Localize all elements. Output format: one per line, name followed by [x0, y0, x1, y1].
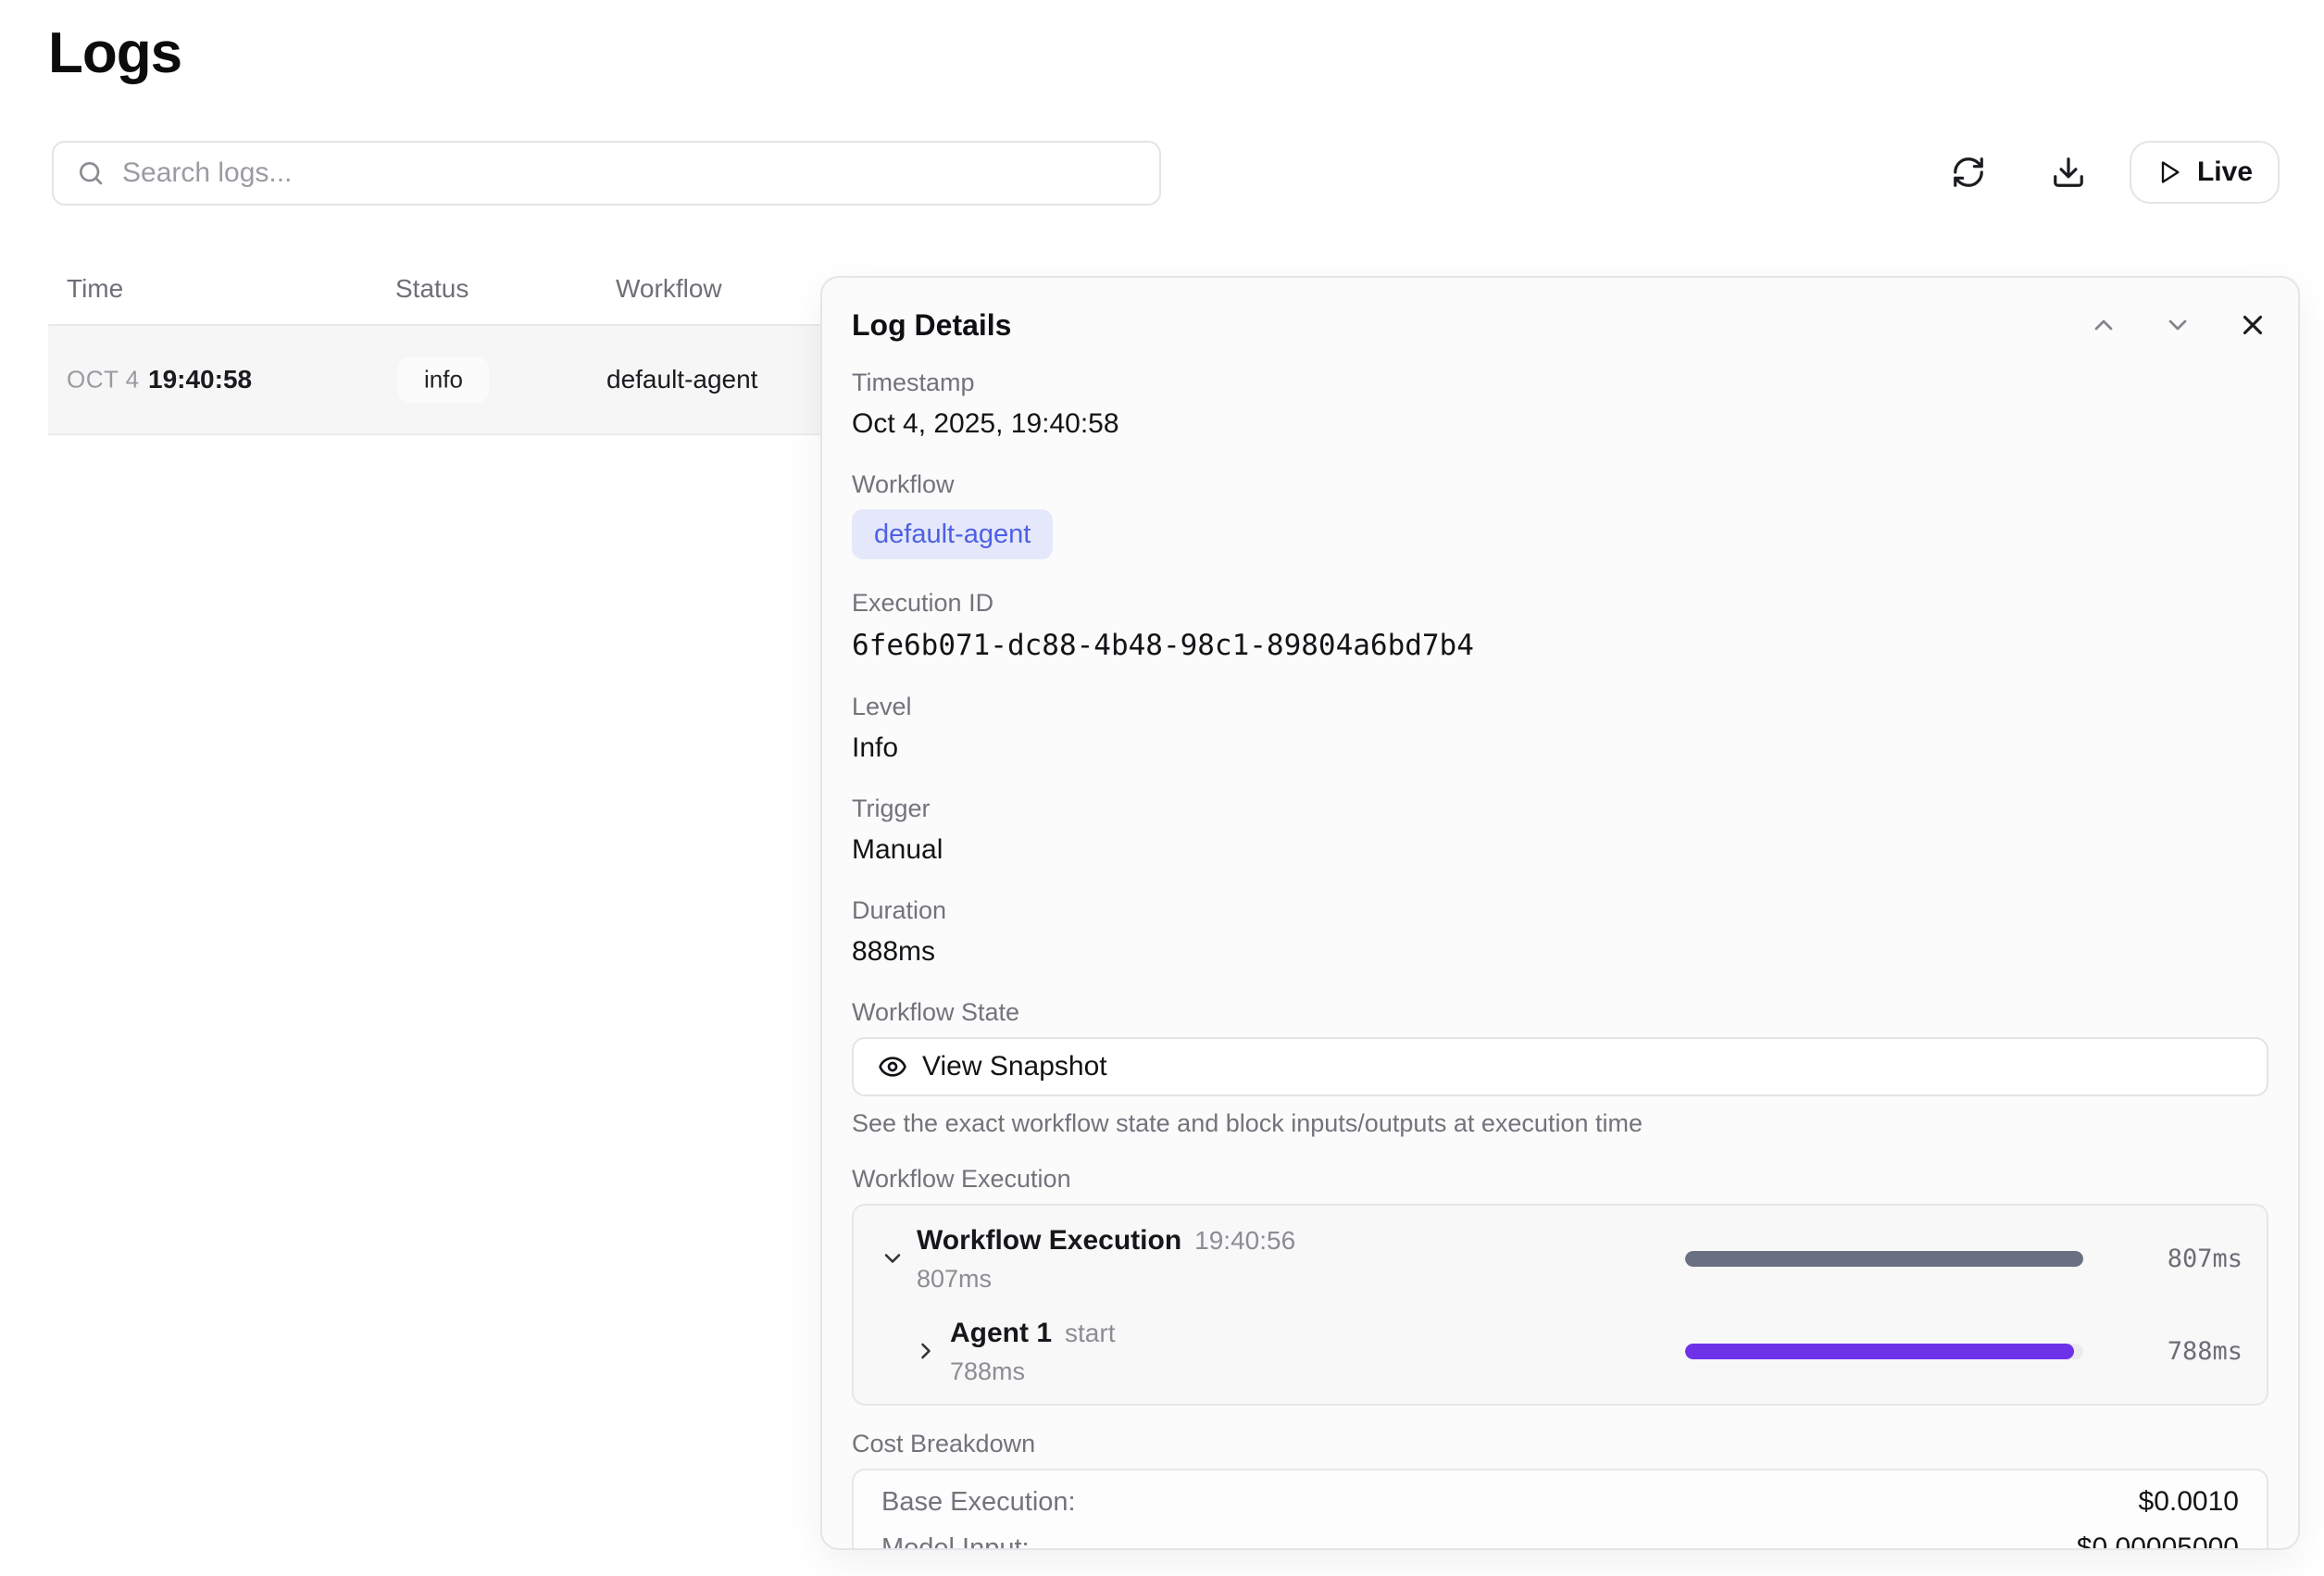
trace-bar-fill	[1685, 1251, 2083, 1267]
execution-id-value: 6fe6b071-dc88-4b48-98c1-89804a6bd7b4	[852, 628, 2268, 663]
chevron-down-icon	[2163, 310, 2193, 340]
field-label: Duration	[852, 896, 2268, 924]
trigger-value: Manual	[852, 833, 2268, 867]
chevron-right-icon[interactable]	[911, 1336, 941, 1366]
field-duration: Duration 888ms	[852, 896, 2268, 969]
trace-bar-track	[1685, 1344, 2083, 1359]
cost-label: Base Execution:	[881, 1485, 1076, 1519]
view-snapshot-button[interactable]: View Snapshot	[852, 1037, 2268, 1096]
trace-row-workflow-execution[interactable]: Workflow Execution 19:40:56 807ms 807ms	[878, 1224, 2243, 1293]
field-execution-id: Execution ID 6fe6b071-dc88-4b48-98c1-898…	[852, 589, 2268, 663]
cost-row-base-execution: Base Execution: $0.0010	[881, 1485, 2239, 1519]
field-label: Timestamp	[852, 369, 2268, 396]
field-label: Execution ID	[852, 589, 2268, 617]
section-label: Workflow State	[852, 998, 2268, 1026]
duration-value: 888ms	[852, 935, 2268, 969]
live-label: Live	[2197, 156, 2253, 188]
trace-name: Agent 1	[950, 1317, 1052, 1350]
live-button[interactable]: Live	[2130, 141, 2280, 204]
field-workflow: Workflow default-agent	[852, 470, 2268, 559]
search-bar[interactable]	[52, 141, 1161, 206]
refresh-button[interactable]	[1944, 148, 1993, 196]
trace-duration: 788ms	[950, 1357, 1115, 1385]
close-details-button[interactable]	[2237, 309, 2268, 341]
snapshot-helper-text: See the exact workflow state and block i…	[852, 1109, 2268, 1137]
trace-block-type: start	[1065, 1319, 1115, 1348]
next-log-button[interactable]	[2163, 310, 2193, 340]
cost-label: Model Input:	[881, 1532, 1030, 1550]
log-date: OCT 4	[67, 366, 140, 394]
search-icon	[76, 158, 106, 188]
timestamp-value: Oct 4, 2025, 19:40:58	[852, 407, 2268, 441]
trace-duration-right: 788ms	[2104, 1337, 2243, 1366]
trace-duration-right: 807ms	[2104, 1245, 2243, 1273]
level-value: Info	[852, 732, 2268, 765]
workflow-execution-section: Workflow Execution Workflow Execution 19…	[852, 1165, 2268, 1406]
column-header-status: Status	[395, 274, 469, 304]
refresh-icon	[1951, 155, 1986, 190]
search-input[interactable]	[122, 157, 1137, 189]
trace-bar-track	[1685, 1251, 2083, 1267]
log-table-row[interactable]: OCT 4 19:40:58 info default-agent	[48, 326, 835, 435]
log-workflow-name: default-agent	[606, 365, 757, 394]
field-label: Trigger	[852, 794, 2268, 822]
export-button[interactable]	[2044, 148, 2093, 196]
previous-log-button[interactable]	[2089, 310, 2118, 340]
field-level: Level Info	[852, 693, 2268, 765]
field-label: Level	[852, 693, 2268, 720]
column-header-time: Time	[67, 274, 123, 304]
field-timestamp: Timestamp Oct 4, 2025, 19:40:58	[852, 369, 2268, 441]
log-details-panel: Log Details Timestamp Oct 4, 2025, 19:40…	[820, 276, 2300, 1550]
column-header-workflow: Workflow	[616, 274, 722, 304]
cost-value: $0.00005000	[2077, 1532, 2239, 1550]
trace-duration: 807ms	[917, 1265, 1295, 1293]
trace-start-time: 19:40:56	[1194, 1226, 1295, 1256]
chevron-up-icon	[2089, 310, 2118, 340]
eye-icon	[878, 1052, 907, 1082]
field-label: Workflow	[852, 470, 2268, 498]
status-badge: info	[398, 357, 489, 403]
details-header: Log Details	[852, 306, 2268, 344]
section-label: Workflow Execution	[852, 1165, 2268, 1193]
page-title: Logs	[48, 20, 181, 86]
close-icon	[2237, 309, 2268, 341]
cost-breakdown-section: Cost Breakdown Base Execution: $0.0010 M…	[852, 1430, 2268, 1550]
trace-name: Workflow Execution	[917, 1224, 1181, 1257]
trace-bar-fill	[1685, 1344, 2074, 1359]
view-snapshot-label: View Snapshot	[922, 1051, 1107, 1082]
workflow-badge[interactable]: default-agent	[852, 509, 1053, 559]
cost-value: $0.0010	[2139, 1485, 2239, 1519]
cost-breakdown-box: Base Execution: $0.0010 Model Input: $0.…	[852, 1469, 2268, 1550]
log-time: 19:40:58	[148, 365, 252, 394]
execution-trace-box: Workflow Execution 19:40:56 807ms 807ms …	[852, 1204, 2268, 1406]
play-icon	[2156, 159, 2182, 185]
details-title: Log Details	[852, 308, 1011, 343]
cost-row-model-input: Model Input: $0.00005000	[881, 1532, 2239, 1550]
trace-row-agent-1[interactable]: Agent 1 start 788ms 788ms	[878, 1317, 2243, 1385]
workflow-state-section: Workflow State View Snapshot See the exa…	[852, 998, 2268, 1137]
chevron-down-icon[interactable]	[878, 1244, 907, 1273]
section-label: Cost Breakdown	[852, 1430, 2268, 1457]
download-icon	[2051, 155, 2086, 190]
field-trigger: Trigger Manual	[852, 794, 2268, 867]
